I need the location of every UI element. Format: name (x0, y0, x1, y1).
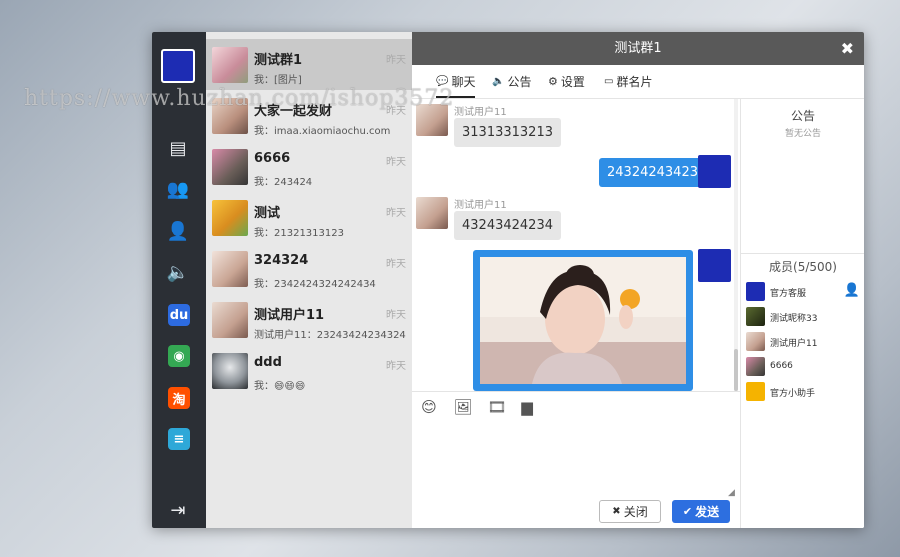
chrome-app-icon[interactable]: ◉ (168, 345, 190, 367)
user-icon[interactable]: 👤 (166, 219, 190, 243)
chat-title-bar: 测试群1 ✖ (412, 32, 864, 65)
sender-avatar[interactable] (416, 197, 448, 229)
composer-toolbar: 😊 🖼 🎞 ▆ (412, 391, 740, 421)
member-avatar (746, 332, 765, 351)
conversation-avatar (212, 200, 248, 236)
message-bubble: 243242434234 (599, 158, 715, 187)
notice-title: 公告 (790, 109, 815, 123)
message-scrollbar[interactable] (734, 99, 738, 391)
image-message[interactable] (473, 250, 693, 391)
chat-window: ▤ 👥 👤 🔈 du ◉ 淘 ≡ ⇥ 测试群1 我：[图片] 昨天 大家一起发财… (152, 32, 864, 528)
member-item[interactable]: 测试用户11 (746, 332, 862, 352)
chat-title: 测试群1 (614, 41, 662, 56)
members-title: 成员(5/500) (741, 253, 864, 279)
message-input[interactable] (416, 424, 736, 494)
member-avatar (746, 282, 765, 301)
tab-settings[interactable]: ⚙ 设置 (548, 73, 585, 96)
speaker-icon: 🔈 (492, 76, 505, 87)
sender-name: 测试用户11 (454, 200, 507, 211)
video-icon[interactable]: 🎞 (487, 398, 506, 416)
my-avatar[interactable] (698, 155, 731, 188)
conversation-item[interactable]: 324324 我：2342424324242434 昨天 (206, 243, 412, 294)
conversation-item[interactable]: 测试 我：21321313123 昨天 (206, 192, 412, 243)
message-bubble: 43243424234 (454, 211, 561, 240)
tab-group-card[interactable]: ▭ 群名片 (604, 73, 652, 96)
group-side-panel: 公告 暂无公告 成员(5/500) 官方客服 👤 测试昵称33 测试用户11 6… (740, 99, 864, 528)
admin-badge-icon: 👤 (843, 283, 860, 298)
chat-bubble-icon: 💬 (436, 76, 449, 87)
my-avatar[interactable] (698, 249, 731, 282)
baidu-app-icon[interactable]: du (168, 304, 190, 326)
member-avatar (746, 357, 765, 376)
close-icon: ✖ (612, 506, 621, 517)
member-avatar (746, 307, 765, 326)
conversation-avatar (212, 353, 248, 389)
conversation-avatar (212, 149, 248, 185)
member-item[interactable]: 6666 (746, 357, 862, 377)
sender-avatar[interactable] (416, 104, 448, 136)
close-icon[interactable]: ✖ (841, 32, 854, 65)
conversation-item[interactable]: 6666 我：243424 昨天 (206, 141, 412, 192)
conversation-avatar (212, 47, 248, 83)
conversation-list: 测试群1 我：[图片] 昨天 大家一起发财 我：imaa.xiaomiaochu… (206, 32, 412, 528)
check-icon: ✔ (682, 505, 693, 518)
tab-chat[interactable]: 💬 聊天 (436, 73, 476, 98)
member-item[interactable]: 测试昵称33 (746, 307, 862, 327)
icon-sidebar: ▤ 👥 👤 🔈 du ◉ 淘 ≡ ⇥ (152, 32, 206, 528)
group-icon[interactable]: 👥 (166, 177, 190, 201)
emoji-icon[interactable]: 😊 (420, 398, 438, 416)
conversation-item[interactable]: 测试群1 我：[图片] 昨天 (206, 39, 412, 90)
logout-icon[interactable]: ⇥ (166, 498, 190, 522)
photo-image (480, 257, 686, 384)
conversation-avatar (212, 251, 248, 287)
conversation-avatar (212, 98, 248, 134)
send-button[interactable]: ✔ 发送 (672, 500, 730, 523)
close-button[interactable]: ✖ 关闭 (599, 500, 661, 523)
gear-icon: ⚙ (548, 75, 558, 88)
message-bubble: 31313313213 (454, 118, 561, 147)
conversation-avatar (212, 302, 248, 338)
my-avatar[interactable] (161, 49, 195, 83)
conversation-item[interactable]: ddd 我：😄😄😄 昨天 (206, 345, 412, 396)
message-list: 测试用户11 31313313213 243242434234 测试用户11 4… (412, 99, 740, 391)
member-item[interactable]: 官方客服 👤 (746, 282, 862, 302)
sender-name: 测试用户11 (454, 107, 507, 118)
resize-grip-icon[interactable]: ◢ (728, 488, 735, 498)
conversation-item[interactable]: 大家一起发财 我：imaa.xiaomiaochu.com 昨天 (206, 90, 412, 141)
taobao-app-icon[interactable]: 淘 (168, 387, 190, 409)
speaker-icon[interactable]: 🔈 (166, 260, 190, 284)
card-icon: ▭ (604, 76, 614, 87)
file-icon[interactable]: ▆ (518, 398, 536, 416)
conversation-item[interactable]: 测试用户11 测试用户11：232434242343242 昨天 (206, 294, 412, 345)
tab-notice[interactable]: 🔈 公告 (492, 73, 531, 96)
member-avatar (746, 382, 765, 401)
scrollbar-thumb[interactable] (734, 349, 738, 391)
contacts-book-icon[interactable]: ▤ (166, 136, 190, 160)
member-item[interactable]: 官方小助手 (746, 382, 862, 402)
notice-text: 暂无公告 (784, 129, 821, 139)
chat-tabs: 💬 聊天 🔈 公告 ⚙ 设置 ▭ 群名片 (412, 65, 864, 99)
stack-app-icon[interactable]: ≡ (168, 428, 190, 450)
image-icon[interactable]: 🖼 (453, 398, 472, 416)
